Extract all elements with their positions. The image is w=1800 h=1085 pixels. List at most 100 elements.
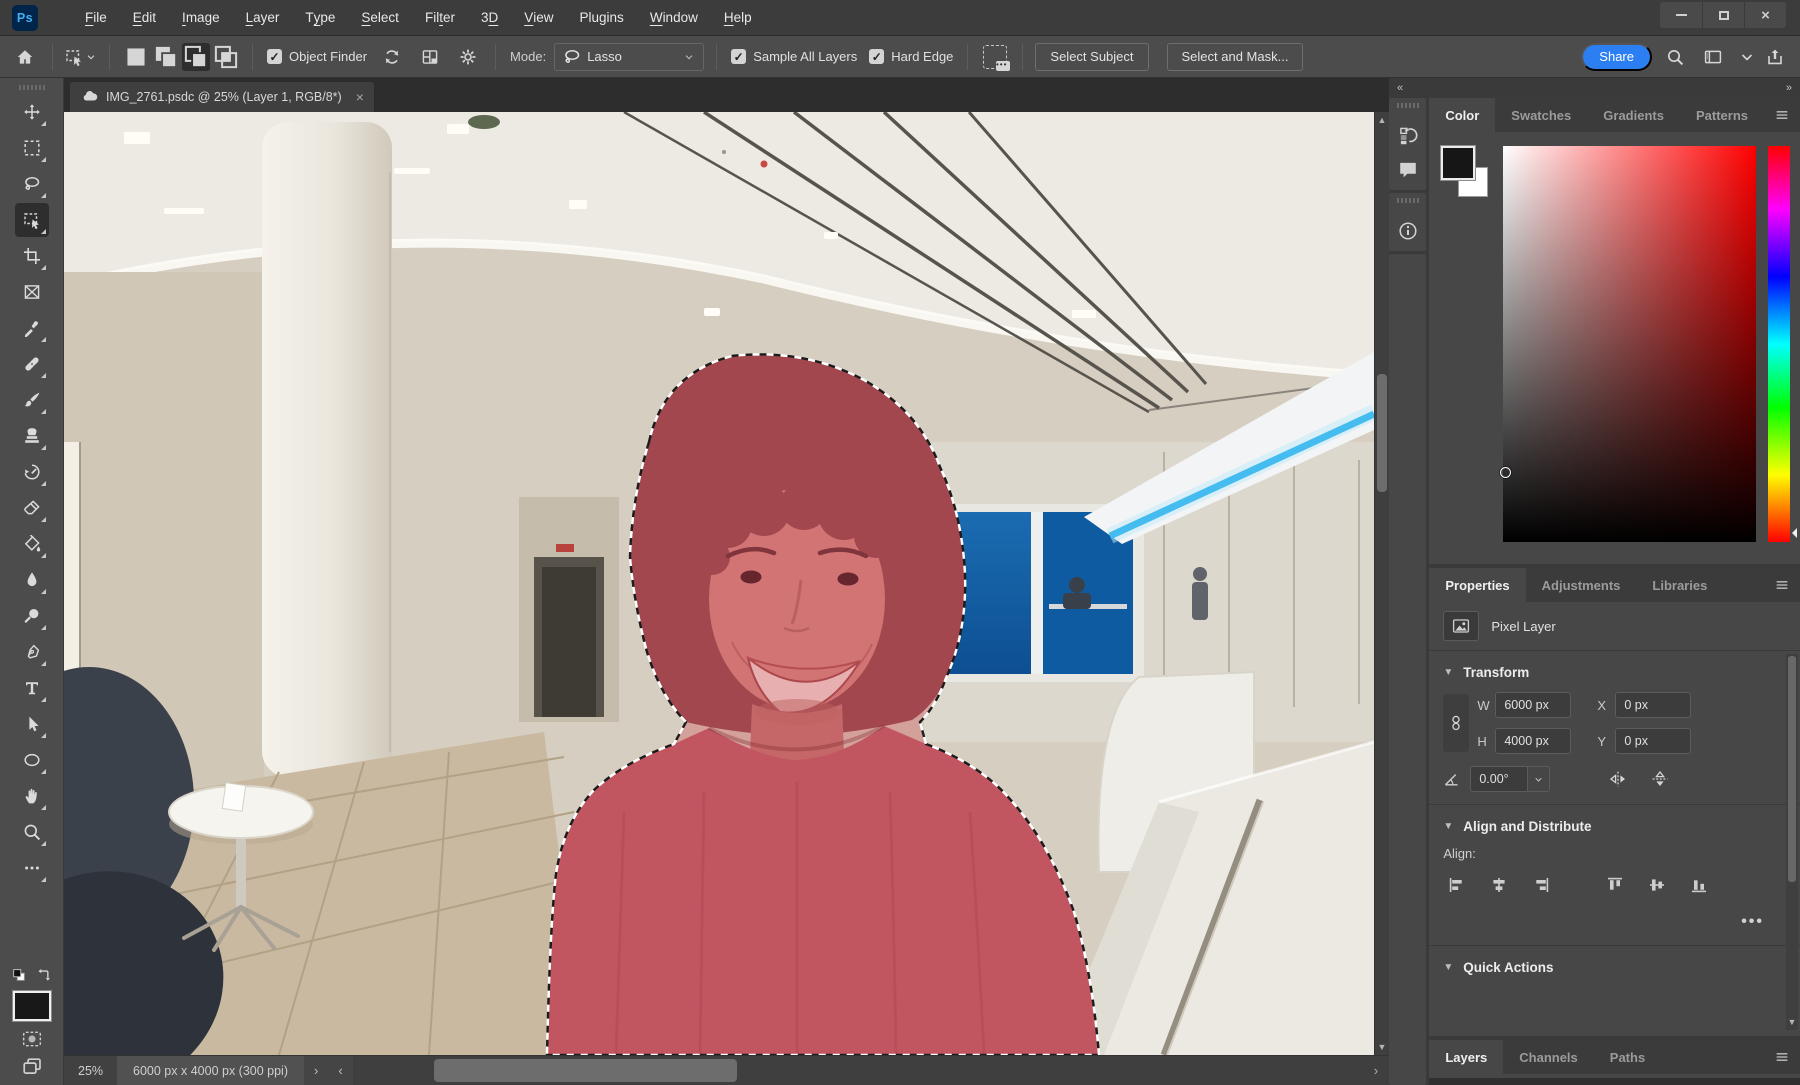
pen-tool[interactable] <box>15 635 49 669</box>
width-field[interactable]: 6000 px <box>1495 692 1571 718</box>
export-share-button[interactable] <box>1760 42 1790 72</box>
paint-bucket-tool[interactable] <box>15 527 49 561</box>
menu-edit[interactable]: Edit <box>120 0 169 35</box>
panel-menu-icon[interactable] <box>1764 1040 1800 1074</box>
quick-mask-button[interactable] <box>21 1029 43 1049</box>
rectangular-marquee-tool[interactable] <box>15 131 49 165</box>
tab-color[interactable]: Color <box>1429 98 1495 132</box>
menu-type[interactable]: Type <box>292 0 348 35</box>
select-subject-button[interactable]: Select Subject <box>1035 43 1148 71</box>
properties-scrollbar[interactable]: ▼ <box>1786 654 1798 1030</box>
tab-patterns[interactable]: Patterns <box>1680 98 1764 132</box>
collapse-panels-icon[interactable]: « <box>1397 82 1403 94</box>
share-button[interactable]: Share <box>1581 43 1652 71</box>
hue-marker-icon[interactable] <box>1787 528 1797 538</box>
workspace-button[interactable] <box>1698 42 1728 72</box>
menu-file[interactable]: File <box>72 0 120 35</box>
healing-brush-tool[interactable] <box>15 347 49 381</box>
more-options-button[interactable]: ••• <box>1443 903 1786 933</box>
scroll-right-icon[interactable]: › <box>1363 1056 1389 1085</box>
align-right-edges-button[interactable] <box>1527 871 1555 899</box>
hue-slider[interactable] <box>1768 146 1790 542</box>
menu-plugins[interactable]: Plugins <box>567 0 637 35</box>
default-colors-icon[interactable] <box>11 967 27 983</box>
foreground-color-swatch[interactable] <box>13 991 51 1021</box>
panel-grip[interactable] <box>1397 103 1419 108</box>
vertical-scrollbar[interactable]: ▲ ▼ <box>1374 112 1389 1055</box>
comments-panel-icon[interactable] <box>1398 160 1418 180</box>
current-tool-preset[interactable] <box>65 48 97 66</box>
refresh-object-finder-button[interactable] <box>377 42 407 72</box>
close-button[interactable]: × <box>1744 2 1786 28</box>
panel-menu-icon[interactable] <box>1764 98 1800 132</box>
hard-edge-toggle[interactable]: ✓ Hard Edge <box>867 49 955 64</box>
maximize-button[interactable] <box>1702 2 1744 28</box>
workspace-chevron-button[interactable] <box>1736 42 1752 72</box>
info-panel-icon[interactable] <box>1398 221 1418 241</box>
rotation-angle-combo[interactable]: 0.00° <box>1470 766 1550 792</box>
panel-grip[interactable] <box>1397 198 1419 203</box>
document-close-icon[interactable]: × <box>356 89 364 105</box>
align-bottom-edges-button[interactable] <box>1685 871 1713 899</box>
color-cursor-icon[interactable] <box>1500 467 1511 478</box>
foreground-color-swatch[interactable] <box>1441 146 1475 180</box>
align-horizontal-centers-button[interactable] <box>1485 871 1513 899</box>
tab-gradients[interactable]: Gradients <box>1587 98 1680 132</box>
menu-layer[interactable]: Layer <box>233 0 293 35</box>
transform-header[interactable]: ▼ Transform <box>1443 661 1786 690</box>
document-tab[interactable]: IMG_2761.psdc @ 25% (Layer 1, RGB/8*) × <box>70 82 374 112</box>
subtract-from-selection-button[interactable] <box>182 43 210 71</box>
menu-filter[interactable]: Filter <box>412 0 468 35</box>
path-selection-tool[interactable] <box>15 707 49 741</box>
link-dimensions-button[interactable] <box>1443 694 1469 752</box>
show-all-objects-button[interactable] <box>415 42 445 72</box>
scroll-down-icon[interactable]: ▼ <box>1786 1014 1798 1030</box>
mode-dropdown[interactable]: Lasso <box>554 43 704 71</box>
menu-select[interactable]: Select <box>348 0 412 35</box>
align-vertical-centers-button[interactable] <box>1643 871 1671 899</box>
status-next-icon[interactable]: › <box>304 1063 328 1078</box>
eyedropper-tool[interactable] <box>15 311 49 345</box>
toolbar-grip[interactable] <box>19 85 45 90</box>
menu-help[interactable]: Help <box>711 0 765 35</box>
menu-view[interactable]: View <box>511 0 566 35</box>
horizontal-scrollbar-thumb[interactable] <box>434 1059 737 1082</box>
horizontal-scrollbar[interactable] <box>353 1056 1363 1085</box>
scroll-down-icon[interactable]: ▼ <box>1378 1039 1387 1055</box>
align-top-edges-button[interactable] <box>1601 871 1629 899</box>
tab-swatches[interactable]: Swatches <box>1495 98 1587 132</box>
move-tool[interactable] <box>15 95 49 129</box>
object-finder-toggle[interactable]: ✓ Object Finder <box>265 49 369 64</box>
y-field[interactable]: 0 px <box>1615 728 1691 754</box>
status-prev-icon[interactable]: ‹ <box>328 1063 352 1078</box>
align-distribute-header[interactable]: ▼ Align and Distribute <box>1443 815 1786 844</box>
minimize-button[interactable] <box>1660 2 1702 28</box>
expand-panels-icon[interactable]: » <box>1786 82 1792 94</box>
search-button[interactable] <box>1660 42 1690 72</box>
tab-properties[interactable]: Properties <box>1429 568 1525 602</box>
menu-3d[interactable]: 3D <box>468 0 511 35</box>
scroll-up-icon[interactable]: ▲ <box>1378 112 1387 128</box>
intersect-with-selection-button[interactable] <box>212 43 240 71</box>
history-brush-tool[interactable] <box>15 455 49 489</box>
object-finder-settings-button[interactable] <box>453 42 483 72</box>
tab-layers[interactable]: Layers <box>1429 1040 1503 1074</box>
brush-tool[interactable] <box>15 383 49 417</box>
menu-image[interactable]: Image <box>169 0 233 35</box>
sample-all-layers-toggle[interactable]: ✓ Sample All Layers <box>729 49 859 64</box>
ellipse-tool[interactable] <box>15 743 49 777</box>
panel-menu-icon[interactable] <box>1764 568 1800 602</box>
tab-paths[interactable]: Paths <box>1594 1040 1661 1074</box>
home-button[interactable] <box>10 42 40 72</box>
clone-stamp-tool[interactable] <box>15 419 49 453</box>
swap-colors-icon[interactable] <box>37 967 53 983</box>
quick-actions-header[interactable]: ▼ Quick Actions <box>1443 956 1786 985</box>
eraser-tool[interactable] <box>15 491 49 525</box>
zoom-tool[interactable] <box>15 815 49 849</box>
hand-tool[interactable] <box>15 779 49 813</box>
crop-tool[interactable] <box>15 239 49 273</box>
add-to-selection-button[interactable] <box>152 43 180 71</box>
height-field[interactable]: 4000 px <box>1495 728 1571 754</box>
zoom-level-field[interactable]: 25% <box>64 1056 117 1085</box>
object-selection-tool[interactable] <box>15 203 49 237</box>
